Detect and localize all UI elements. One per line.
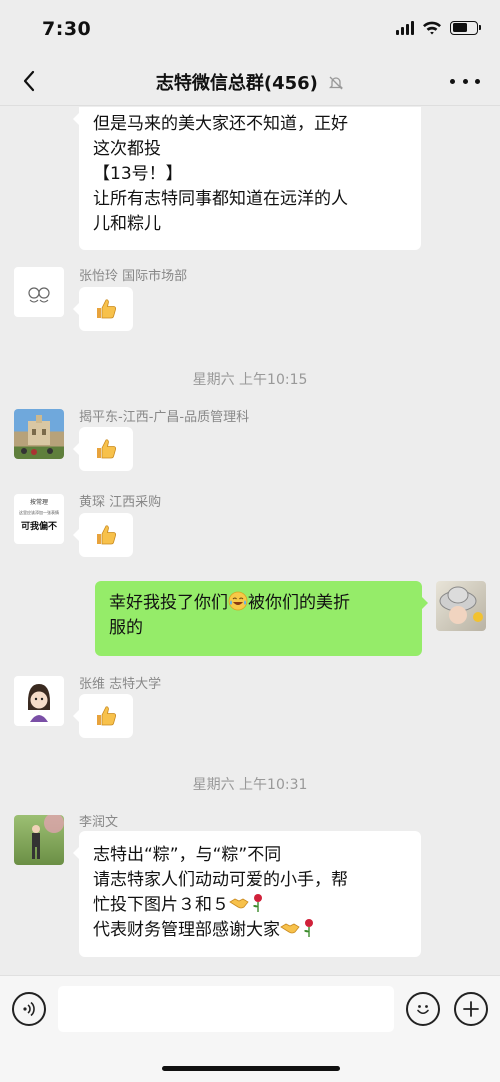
message-bubble-incoming[interactable]: 但是马来的美大家还不知道，正好 这次都投 【13号！】 让所有志特同事都知道在远… — [73, 107, 421, 250]
person-photo-avatar — [32, 815, 64, 859]
cartoon-girl-avatar — [28, 684, 50, 722]
plus-icon — [463, 1001, 479, 1017]
landmark-photo-avatar — [21, 415, 53, 455]
signal-icon — [396, 20, 414, 35]
avatar[interactable] — [14, 267, 64, 317]
more-options-button[interactable] — [450, 70, 480, 92]
hat-photo-avatar — [439, 586, 483, 624]
avatar[interactable] — [14, 409, 64, 459]
rose-emoji — [304, 919, 313, 937]
message-line: 代表财务管理部感谢大家 — [93, 918, 407, 943]
avatar-text: 可我偏不 — [20, 522, 57, 532]
cartoon-avatar-image — [28, 287, 50, 303]
voice-icon — [23, 1001, 35, 1017]
message-text: 这次都投 — [93, 139, 161, 159]
time-divider: 星期六 上午10:15 — [192, 372, 308, 388]
self-avatar[interactable] — [436, 581, 486, 631]
avatar-text: 按常理 — [29, 499, 48, 506]
message-bubble-incoming[interactable] — [73, 513, 133, 557]
dot — [462, 78, 468, 84]
message-text: 幸好我投了你们 — [109, 593, 228, 613]
message-input[interactable] — [58, 986, 394, 1032]
avatar-text: 这里应该添加一张表情 — [19, 510, 59, 515]
thumbs-up-emoji — [97, 439, 116, 459]
wifi-icon — [423, 21, 441, 35]
message-text: 请志特家人们动动可爱的小手，帮 — [93, 870, 348, 890]
message-bubble-incoming[interactable] — [73, 287, 133, 331]
message-line: 幸好我投了你们 被你们的美折 — [109, 591, 408, 616]
message-text: 志特出“粽”，与“粽”不同 — [93, 845, 282, 865]
message-bubble-incoming[interactable] — [73, 694, 133, 738]
thumbs-up-emoji — [97, 706, 116, 726]
status-bar: 7:30 — [0, 0, 500, 56]
message-text: 但是马来的美大家还不知道，正好 — [93, 114, 348, 134]
chat-title-row: 志特微信总群(456) — [0, 69, 500, 95]
status-icons — [396, 20, 481, 35]
nav-bar: 志特微信总群(456) — [0, 56, 500, 106]
smiley-icon — [417, 1005, 429, 1015]
avatar[interactable] — [14, 676, 64, 726]
avatar[interactable]: 按常理 这里应该添加一张表情 可我偏不 — [14, 494, 64, 544]
sender-name: 张怡玲 国际市场部 — [79, 269, 188, 284]
message-bubble-incoming[interactable]: 志特出“粽”，与“粽”不同 请志特家人们动动可爱的小手，帮 忙投下图片３和５ 代… — [73, 831, 421, 957]
handshake-emoji — [280, 923, 300, 934]
handshake-emoji — [229, 898, 249, 909]
voice-input-button[interactable] — [12, 992, 46, 1026]
emoji-button[interactable] — [406, 992, 440, 1026]
status-time: 7:30 — [42, 18, 92, 40]
dot — [475, 78, 480, 84]
crying-laughing-emoji — [228, 591, 248, 611]
message-text: 儿和粽儿 — [93, 214, 161, 234]
time-divider: 星期六 上午10:31 — [192, 777, 308, 793]
message-text: 【13号！】 — [93, 164, 183, 184]
more-functions-button[interactable] — [454, 992, 488, 1026]
sender-name: 李润文 — [79, 815, 119, 830]
thumbs-up-emoji — [97, 525, 116, 545]
home-indicator — [162, 1066, 340, 1071]
message-text: 让所有志特同事都知道在远洋的人 — [93, 189, 348, 209]
battery-icon — [450, 20, 481, 35]
sender-name: 黄琛 江西采购 — [79, 495, 162, 510]
sender-name: 张维 志特大学 — [79, 677, 162, 692]
chat-area[interactable]: 但是马来的美大家还不知道，正好 这次都投 【13号！】 让所有志特同事都知道在远… — [0, 107, 500, 975]
message-text: 服的 — [109, 618, 143, 638]
dot — [450, 78, 455, 84]
message-text: 代表财务管理部感谢大家 — [93, 920, 280, 940]
sender-name: 揭平东-江西-广昌-品质管理科 — [79, 410, 250, 425]
mute-bell-icon — [329, 76, 344, 90]
rose-emoji — [253, 894, 262, 912]
avatar[interactable] — [14, 815, 64, 865]
message-bubble-outgoing[interactable]: 幸好我投了你们 被你们的美折 服的 — [95, 581, 428, 656]
message-text: 忙投下图片３和５ — [93, 895, 229, 915]
message-text: 被你们的美折 — [248, 593, 350, 613]
message-line: 忙投下图片３和５ — [93, 893, 407, 918]
chat-title: 志特微信总群(456) — [155, 73, 318, 94]
message-bubble-incoming[interactable] — [73, 427, 133, 471]
thumbs-up-emoji — [97, 299, 116, 319]
